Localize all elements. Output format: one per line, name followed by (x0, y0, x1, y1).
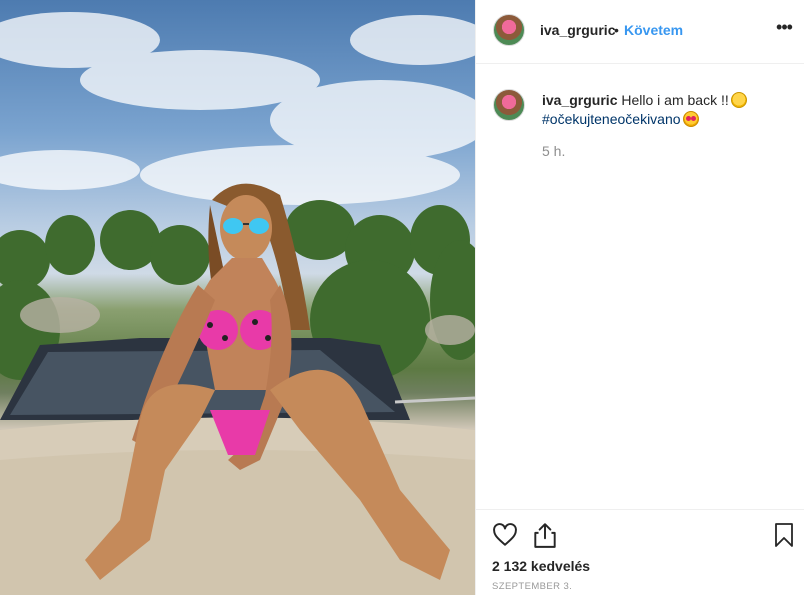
more-options-icon[interactable]: ••• (775, 18, 793, 40)
caption: iva_grguric Hello i am back !! #očekujte… (542, 91, 792, 129)
likes-count[interactable]: 2 132 kedvelés (492, 558, 590, 574)
avatar[interactable] (493, 14, 525, 46)
heart-icon[interactable] (492, 522, 520, 550)
caption-avatar[interactable] (493, 89, 525, 121)
share-icon[interactable] (532, 521, 560, 549)
bookmark-icon[interactable] (772, 522, 800, 550)
caption-timestamp[interactable]: 5 h. (542, 143, 565, 159)
post-header: iva_grguric • Követem ••• (476, 0, 804, 64)
post-photo[interactable] (0, 0, 475, 595)
follow-button[interactable]: Követem (624, 22, 683, 38)
caption-text: Hello i am back !! (621, 92, 729, 108)
comment-area[interactable]: iva_grguric Hello i am back !! #očekujte… (476, 65, 804, 509)
winking-face-icon (730, 92, 747, 108)
post-sidebar: iva_grguric • Követem ••• iva_grguric He… (475, 0, 804, 595)
header-separator: • (614, 22, 619, 38)
post-actions: 2 132 kedvelés SZEPTEMBER 3. (476, 509, 804, 595)
heart-eyes-face-icon (682, 111, 699, 127)
hashtag-link[interactable]: #očekujteneočekivano (542, 111, 681, 127)
post-photo-illustration (0, 12, 475, 595)
caption-username-link[interactable]: iva_grguric (542, 92, 617, 108)
post-date[interactable]: SZEPTEMBER 3. (492, 581, 572, 592)
header-username-link[interactable]: iva_grguric (540, 22, 615, 38)
